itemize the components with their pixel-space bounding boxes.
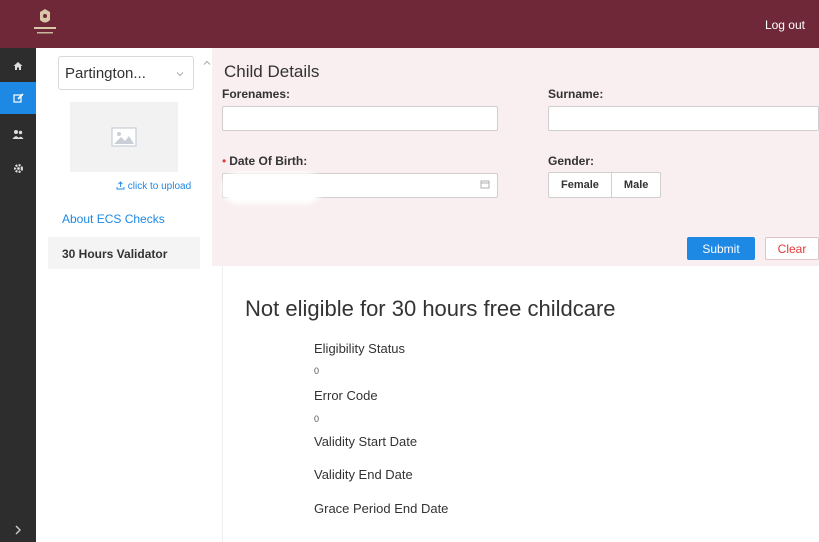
gender-male-button[interactable]: Male [610,173,660,197]
left-panel: Partington... click to upload About ECS … [48,48,200,542]
form-title: Child Details [224,62,320,81]
error-code-value: 0 [314,414,320,424]
chevron-right-icon [15,525,21,535]
chevron-up-icon[interactable] [202,58,212,68]
image-icon [111,127,137,147]
chevron-down-icon [176,72,184,77]
logout-link[interactable]: Log out [765,18,805,32]
upload-link[interactable]: click to upload [116,181,191,192]
eligibility-status-value: 0 [314,366,320,376]
results-panel: Not eligible for 30 hours free childcare… [222,266,819,542]
organisation-select-value: Partington... [65,65,146,82]
nav-about-ecs-checks[interactable]: About ECS Checks [48,206,200,232]
error-code-label: Error Code [314,388,378,403]
expand-sidebar-button[interactable] [0,518,36,542]
result-heading: Not eligible for 30 hours free childcare [245,296,616,321]
panel-divider [200,48,212,542]
forenames-input[interactable] [222,106,498,131]
top-bar: Log out [0,0,819,48]
clear-button[interactable]: Clear [765,237,819,260]
eligibility-status-label: Eligibility Status [314,341,406,356]
gear-icon [13,163,23,173]
validity-end-date-label: Validity End Date [314,467,413,482]
nav-30-hours-validator[interactable]: 30 Hours Validator [48,237,200,269]
upload-icon [116,181,125,190]
users-icon [12,129,24,139]
dob-label: • Date Of Birth: [222,154,307,168]
validity-start-date-label: Validity Start Date [314,434,418,449]
surname-label: Surname: [548,87,604,101]
calendar-icon[interactable] [480,179,490,189]
icon-sidebar [0,48,36,542]
surname-input[interactable] [548,106,819,131]
organisation-select[interactable]: Partington... [58,56,194,90]
edit-icon [12,92,24,103]
dob-label-text: Date Of Birth: [229,154,308,168]
child-details-form: Child Details Forenames: Surname: • Date … [212,48,819,266]
dob-redaction [226,176,318,200]
required-marker: • [222,154,227,168]
forenames-label: Forenames: [222,87,291,101]
council-crest-logo [34,9,56,34]
sidebar-settings[interactable] [0,152,36,184]
sidebar-edit[interactable] [0,82,36,114]
sidebar-home[interactable] [0,50,36,82]
grace-period-end-date-label: Grace Period End Date [314,501,449,516]
gender-female-button[interactable]: Female [549,173,611,197]
photo-placeholder[interactable] [70,102,178,172]
sidebar-users[interactable] [0,118,36,150]
home-icon [13,62,23,70]
upload-label: click to upload [127,181,192,192]
gender-label: Gender: [548,154,595,168]
submit-button[interactable]: Submit [687,237,755,260]
gender-selector: Female Male [548,172,662,198]
